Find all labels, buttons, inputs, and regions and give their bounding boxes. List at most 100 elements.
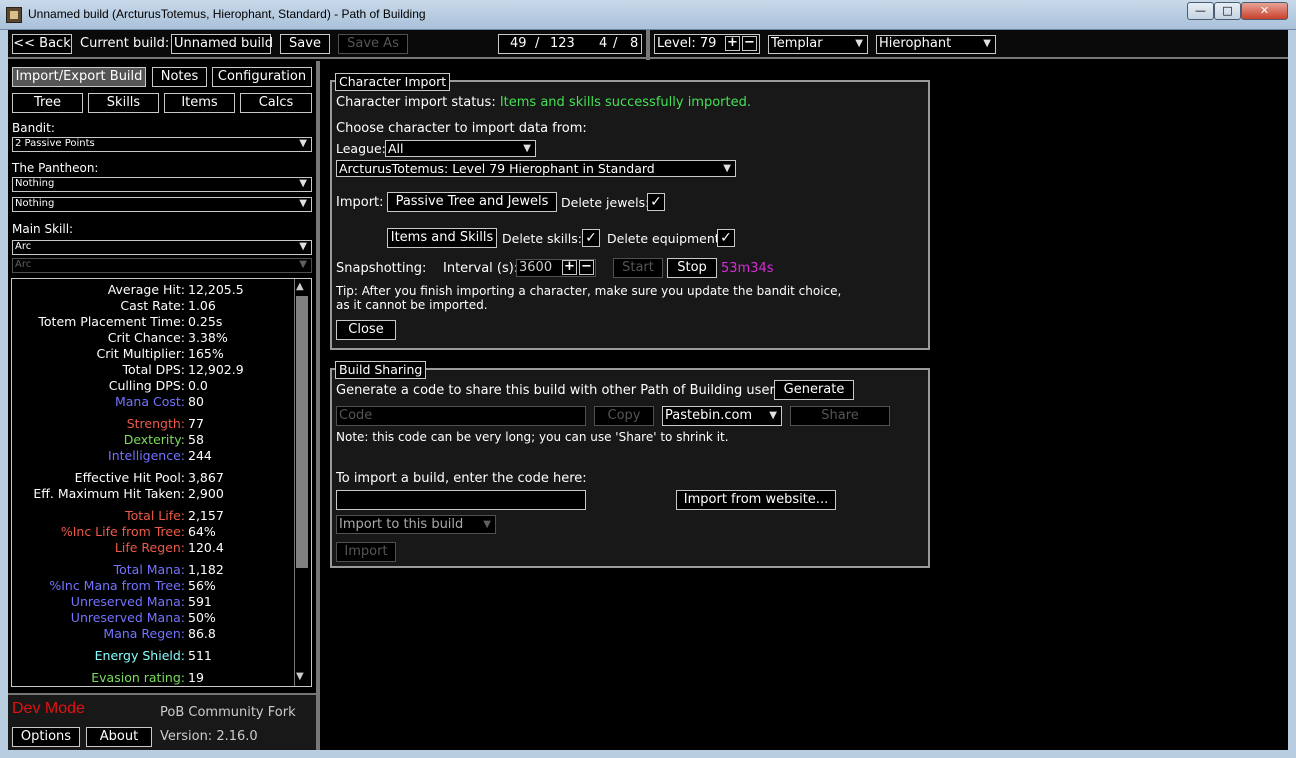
scroll-up-icon[interactable]: ▲: [296, 281, 304, 292]
stat-value: 86.8: [188, 626, 216, 641]
level-decrease-button[interactable]: −: [742, 36, 757, 51]
ascendancy-points-used: 4: [599, 36, 608, 51]
chevron-down-icon: ▼: [723, 163, 731, 174]
level-increase-button[interactable]: +: [725, 36, 740, 51]
share-site-dropdown[interactable]: Pastebin.com ▼: [662, 406, 782, 426]
import-status-label: Character import status: Items and skill…: [336, 95, 751, 110]
window-title: Unnamed build (ArcturusTotemus, Hieropha…: [28, 7, 426, 21]
stat-row: %Inc Mana from Tree: 56%: [12, 578, 293, 594]
stat-label: Crit Multiplier:: [96, 346, 185, 361]
skill-part-value: Arc: [15, 259, 32, 270]
stat-label: Strength:: [126, 416, 185, 431]
import-from-website-button[interactable]: Import from website...: [676, 490, 836, 510]
import-target-dropdown[interactable]: Import to this build ▼: [336, 515, 496, 534]
tab-skills[interactable]: Skills: [88, 93, 159, 113]
stat-value: 80: [188, 394, 204, 409]
stat-label: Totem Placement Time:: [38, 314, 185, 329]
stat-row: Crit Multiplier: 165%: [12, 346, 293, 362]
stat-label: Cast Rate:: [120, 298, 185, 313]
import-code-field[interactable]: [336, 490, 586, 510]
scroll-down-icon[interactable]: ▼: [296, 671, 304, 682]
interval-increase-button[interactable]: +: [562, 260, 577, 275]
pantheon-major-dropdown[interactable]: Nothing ▼: [12, 177, 312, 192]
character-dropdown[interactable]: ArcturusTotemus: Level 79 Hierophant in …: [336, 160, 736, 177]
options-button[interactable]: Options: [12, 727, 80, 747]
tab-notes[interactable]: Notes: [152, 67, 207, 87]
chevron-down-icon: ▼: [855, 38, 863, 49]
stat-label: Mana Regen:: [103, 626, 185, 641]
stat-value: 12,205.5: [188, 282, 244, 297]
bandit-dropdown[interactable]: 2 Passive Points ▼: [12, 137, 312, 152]
code-field[interactable]: Code: [336, 406, 586, 426]
tab-calcs[interactable]: Calcs: [240, 93, 312, 113]
import-passive-tree-button[interactable]: Passive Tree and Jewels: [387, 192, 557, 212]
build-sharing-title: Build Sharing: [335, 361, 427, 379]
tab-tree[interactable]: Tree: [12, 93, 83, 113]
class-dropdown[interactable]: Templar ▼: [768, 35, 868, 54]
stat-label: Intelligence:: [108, 448, 185, 463]
stat-label: Mana Cost:: [114, 394, 185, 409]
tab-configuration[interactable]: Configuration: [212, 67, 312, 87]
save-button[interactable]: Save: [280, 34, 330, 54]
build-name-field[interactable]: Unnamed build: [171, 34, 273, 54]
chevron-down-icon: ▼: [523, 143, 531, 154]
import-button[interactable]: Import: [336, 542, 396, 562]
delete-jewels-checkbox[interactable]: ✓: [647, 193, 665, 211]
points-display: 49 / 123 4 / 8: [498, 34, 642, 54]
delete-skills-checkbox[interactable]: ✓: [582, 229, 600, 247]
pantheon-major-value: Nothing: [15, 178, 55, 189]
skill-part-dropdown[interactable]: Arc ▼: [12, 258, 312, 273]
stat-value: 50%: [188, 610, 216, 625]
version-label: Version: 2.16.0: [160, 729, 258, 744]
main-skill-dropdown[interactable]: Arc ▼: [12, 240, 312, 255]
chevron-down-icon: ▼: [299, 198, 307, 209]
minimize-button[interactable]: —: [1187, 2, 1214, 20]
stat-row: Unreserved Mana: 591: [12, 594, 293, 610]
import-label: Import:: [336, 195, 384, 210]
tab-import-export[interactable]: Import/Export Build: [12, 67, 146, 87]
about-button[interactable]: About: [86, 727, 152, 747]
level-label: Level:: [657, 36, 696, 51]
stat-value: 1.06: [188, 298, 216, 313]
back-button[interactable]: << Back: [12, 34, 72, 54]
stat-row: Culling DPS: 0.0: [12, 378, 293, 394]
stat-value: 58: [188, 432, 204, 447]
close-window-button[interactable]: ✕: [1241, 2, 1288, 20]
scrollbar-thumb[interactable]: [296, 296, 308, 568]
delete-equipment-checkbox[interactable]: ✓: [717, 229, 735, 247]
dev-mode-label: Dev Mode: [12, 700, 85, 717]
delete-skills-label: Delete skills:: [502, 231, 582, 246]
chevron-down-icon: ▼: [983, 38, 991, 49]
league-dropdown[interactable]: All ▼: [385, 140, 536, 157]
pantheon-minor-dropdown[interactable]: Nothing ▼: [12, 197, 312, 212]
import-status-caption: Character import status:: [336, 95, 496, 110]
stat-value: 120.4: [188, 540, 224, 555]
sidebar-divider: [316, 61, 320, 750]
tab-items[interactable]: Items: [164, 93, 235, 113]
stat-value: 19: [188, 670, 204, 685]
stat-row: Effective Hit Pool: 3,867: [12, 470, 293, 486]
ascendancy-dropdown[interactable]: Hierophant ▼: [876, 35, 996, 54]
interval-decrease-button[interactable]: −: [579, 260, 594, 275]
stats-panel: Average Hit: 12,205.5 Cast Rate: 1.06 Totem …: [11, 278, 312, 687]
stat-label: Effective Hit Pool:: [74, 470, 185, 485]
stop-snapshot-button[interactable]: Stop: [667, 258, 717, 278]
close-import-button[interactable]: Close: [336, 320, 396, 340]
character-value: ArcturusTotemus: Level 79 Hierophant in …: [339, 161, 655, 176]
share-button[interactable]: Share: [790, 406, 890, 426]
interval-label: Interval (s):: [443, 261, 519, 276]
maximize-button[interactable]: □: [1214, 2, 1241, 20]
start-snapshot-button[interactable]: Start: [613, 258, 663, 278]
stat-label: Total Life:: [125, 508, 185, 523]
stat-row: Average Hit: 12,205.5: [12, 282, 293, 298]
stat-value: 77: [188, 416, 204, 431]
stat-row: Life Regen: 120.4: [12, 540, 293, 556]
stat-value: 12,902.9: [188, 362, 244, 377]
copy-button[interactable]: Copy: [594, 406, 654, 426]
import-items-skills-button[interactable]: Items and Skills: [387, 228, 497, 248]
save-as-button[interactable]: Save As: [338, 34, 408, 54]
points-total: 123: [550, 36, 575, 51]
share-site-value: Pastebin.com: [665, 408, 753, 423]
stat-row: Intelligence: 244: [12, 448, 293, 464]
generate-button[interactable]: Generate: [774, 380, 854, 400]
